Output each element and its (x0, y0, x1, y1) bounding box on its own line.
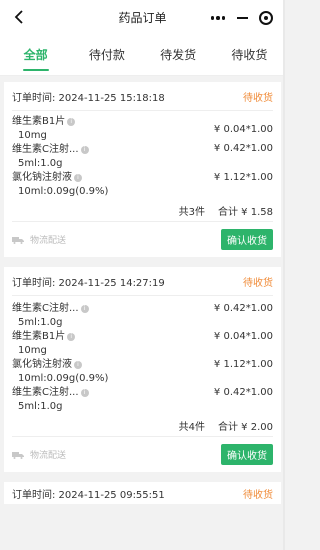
order-status: 待收货 (243, 277, 273, 289)
item-spec: 5ml:1.0g (18, 158, 63, 169)
order-item[interactable]: 氯化钠注射液 i 10ml:0.09g(0.9%) ¥ 1.12*1.00 (12, 358, 273, 386)
delivery-method: 物流配送 (12, 448, 66, 461)
page-title: 药品订单 (118, 10, 167, 25)
item-price: ¥ 0.04*1.00 (213, 124, 273, 135)
info-icon[interactable]: i (67, 333, 76, 341)
item-spec: 10ml:0.09g(0.9%) (18, 373, 109, 384)
item-name: 维生素C注射... (12, 303, 79, 314)
tab-label: 待付款 (88, 48, 125, 62)
order-item[interactable]: 维生素C注射... i 5ml:1.0g ¥ 0.42*1.00 (12, 386, 273, 414)
item-price: ¥ 0.42*1.00 (213, 387, 273, 398)
item-price: ¥ 0.42*1.00 (213, 303, 273, 314)
order-total: 合计 ¥ 2.00 (218, 421, 273, 433)
info-icon[interactable]: i (74, 174, 82, 182)
target-close-icon[interactable] (255, 7, 277, 29)
info-icon[interactable]: i (74, 361, 82, 369)
tab-pending-receipt[interactable]: 待收货 (214, 34, 285, 75)
item-name: 维生素C注射... (12, 387, 79, 398)
delivery-label: 物流配送 (30, 451, 67, 461)
scrollbar[interactable] (283, 0, 285, 550)
item-spec: 5ml:1.0g (18, 317, 63, 328)
info-icon[interactable]: i (80, 146, 89, 154)
item-spec: 10mg (18, 345, 47, 356)
item-price: ¥ 0.42*1.00 (213, 143, 273, 154)
confirm-receipt-button[interactable]: 确认收货 (221, 229, 273, 250)
item-name: 维生素B1片 (12, 331, 66, 342)
tab-pending-shipment[interactable]: 待发货 (143, 34, 214, 75)
info-icon[interactable]: i (67, 118, 76, 126)
tab-label: 全部 (23, 48, 48, 62)
navbar: 药品订单 (0, 0, 285, 34)
delivery-label: 物流配送 (30, 236, 67, 246)
info-icon[interactable]: i (80, 389, 89, 397)
info-icon[interactable]: i (80, 305, 89, 313)
back-arrow-icon[interactable] (9, 7, 29, 27)
order-item[interactable]: 维生素C注射... i 5ml:1.0g ¥ 0.42*1.00 (12, 302, 273, 330)
order-time: 订单时间: 2024-11-25 14:27:19 (12, 277, 165, 289)
tab-label: 待收货 (231, 48, 268, 62)
item-name: 维生素B1片 (12, 116, 66, 127)
more-dots-icon[interactable] (207, 7, 229, 29)
truck-icon (12, 236, 24, 244)
order-item[interactable]: 氯化钠注射液 i 10ml:0.09g(0.9%) ¥ 1.12*1.00 (12, 171, 273, 199)
tab-pending-payment[interactable]: 待付款 (71, 34, 142, 75)
item-spec: 10mg (18, 130, 47, 141)
item-name: 氯化钠注射液 (12, 359, 72, 370)
item-price: ¥ 1.12*1.00 (213, 359, 273, 370)
tab-label: 待发货 (160, 48, 197, 62)
order-item[interactable]: 维生素C注射... i 5ml:1.0g ¥ 0.42*1.00 (12, 143, 273, 171)
item-count: 共3件 (178, 206, 205, 218)
order-tabs: 全部 待付款 待发货 待收货 (0, 34, 285, 76)
order-header: 订单时间: 2024-11-25 15:18:18 待收货 (12, 82, 273, 111)
order-summary: 共3件 合计 ¥ 1.58 (12, 199, 273, 221)
order-item[interactable]: 维生素B1片 i 10mg ¥ 0.04*1.00 (12, 115, 273, 143)
item-price: ¥ 0.04*1.00 (213, 331, 273, 342)
order-total: 合计 ¥ 1.58 (218, 206, 273, 218)
order-items: 维生素B1片 i 10mg ¥ 0.04*1.00 维生素C注射... i 5ml:… (12, 111, 273, 199)
delivery-method: 物流配送 (12, 233, 66, 246)
order-status: 待收货 (243, 489, 273, 501)
order-footer: 物流配送 确认收货 (12, 221, 273, 257)
order-item[interactable]: 维生素B1片 i 10mg ¥ 0.04*1.00 (12, 330, 273, 358)
capsule-menu (206, 7, 278, 29)
order-status: 待收货 (243, 92, 273, 104)
item-spec: 10ml:0.09g(0.9%) (18, 186, 109, 197)
item-count: 共4件 (178, 421, 205, 433)
order-summary: 共4件 合计 ¥ 2.00 (12, 414, 273, 436)
order-card-partial[interactable]: 订单时间: 2024-11-25 09:55:51 待收货 (4, 482, 281, 504)
tab-all[interactable]: 全部 (0, 34, 71, 75)
order-card[interactable]: 订单时间: 2024-11-25 15:18:18 待收货 维生素B1片 i 10… (4, 82, 281, 257)
order-list: 订单时间: 2024-11-25 15:18:18 待收货 维生素B1片 i 10… (0, 76, 285, 472)
order-footer: 物流配送 确认收货 (12, 436, 273, 472)
minimize-icon[interactable] (231, 7, 253, 29)
order-items: 维生素C注射... i 5ml:1.0g ¥ 0.42*1.00 维生素B1片 i … (12, 296, 273, 414)
truck-icon (12, 451, 24, 459)
order-header: 订单时间: 2024-11-25 14:27:19 待收货 (12, 267, 273, 296)
item-spec: 5ml:1.0g (18, 401, 63, 412)
order-card[interactable]: 订单时间: 2024-11-25 14:27:19 待收货 维生素C注射... i… (4, 267, 281, 472)
order-time: 订单时间: 2024-11-25 15:18:18 (12, 92, 165, 104)
confirm-receipt-button[interactable]: 确认收货 (221, 444, 273, 465)
item-name: 维生素C注射... (12, 144, 79, 155)
order-time: 订单时间: 2024-11-25 09:55:51 (12, 489, 165, 501)
item-price: ¥ 1.12*1.00 (213, 172, 273, 183)
item-name: 氯化钠注射液 (12, 172, 72, 183)
